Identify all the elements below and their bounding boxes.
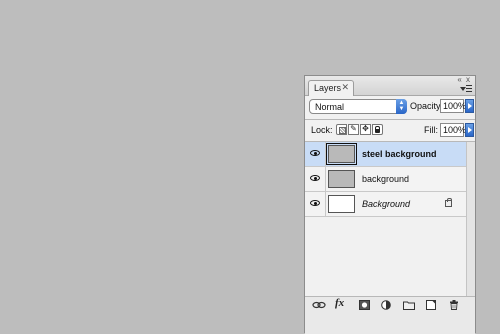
layer-name: background: [362, 174, 410, 184]
layer-name: steel background: [362, 149, 437, 159]
opacity-field[interactable]: 100%: [440, 99, 466, 113]
eye-icon: [310, 200, 320, 206]
adjustment-layer-icon[interactable]: [381, 300, 391, 312]
blend-row: Normal ▲ ▼ Opacity: 100%: [305, 97, 475, 121]
scrollbar[interactable]: [466, 142, 475, 296]
opacity-label: Opacity:: [410, 101, 444, 111]
layer-name: Background: [362, 199, 411, 209]
close-icon[interactable]: ✕: [341, 82, 349, 93]
fx-icon[interactable]: fx: [335, 297, 344, 309]
lock-row: Lock: ✎ ✥ Fill: 100%: [305, 120, 475, 142]
eye-icon: [310, 175, 320, 181]
eye-icon: [310, 150, 320, 156]
chevron-updown-icon: ▲ ▼: [396, 99, 407, 114]
visibility-toggle[interactable]: [305, 192, 326, 216]
tab-layers[interactable]: Layers ✕: [308, 80, 354, 96]
panel-titlebar: « x Layers ✕: [305, 75, 475, 96]
panel-collapse-controls[interactable]: « x: [457, 75, 471, 84]
panel-menu-icon[interactable]: [460, 85, 472, 94]
lock-image-button[interactable]: ✎: [348, 124, 359, 135]
fill-label: Fill:: [424, 125, 438, 135]
layers-panel: « x Layers ✕ Normal ▲ ▼ Opacity: 100% Loc…: [304, 75, 476, 334]
layer-thumbnail: [328, 195, 355, 213]
lock-icon: [445, 198, 452, 207]
new-layer-icon[interactable]: [426, 300, 436, 312]
trash-icon[interactable]: [449, 299, 459, 311]
lock-transparent-button[interactable]: [336, 124, 347, 135]
visibility-toggle[interactable]: [305, 167, 326, 191]
fill-field[interactable]: 100%: [440, 123, 466, 137]
lock-label: Lock:: [311, 125, 333, 135]
layer-row[interactable]: Background: [305, 192, 467, 217]
blend-mode-value: Normal: [315, 102, 345, 112]
brush-icon: ✎: [350, 124, 357, 133]
lock-icon: [375, 126, 380, 133]
fill-slider-button[interactable]: [465, 123, 474, 137]
desktop-background: { "panel": { "tab_label": "Layers", "tab…: [0, 0, 500, 334]
layer-row[interactable]: steel background: [305, 142, 467, 167]
layer-thumbnail: [328, 170, 355, 188]
move-icon: ✥: [362, 124, 369, 133]
link-icon[interactable]: [312, 300, 326, 312]
mask-icon[interactable]: [359, 300, 370, 312]
visibility-toggle[interactable]: [305, 142, 326, 166]
folder-icon[interactable]: [403, 300, 415, 312]
blend-mode-select[interactable]: Normal ▲ ▼: [309, 99, 407, 114]
tab-layers-label: Layers: [314, 83, 342, 93]
panel-footer-toolbar: fx: [305, 296, 475, 334]
layer-row[interactable]: background: [305, 167, 467, 192]
lock-all-button[interactable]: [372, 124, 383, 135]
layers-list: steel background background Background: [305, 142, 467, 217]
lock-position-button[interactable]: ✥: [360, 124, 371, 135]
layer-thumbnail: [326, 143, 357, 165]
transparency-icon: [339, 127, 346, 134]
opacity-slider-button[interactable]: [465, 99, 474, 113]
